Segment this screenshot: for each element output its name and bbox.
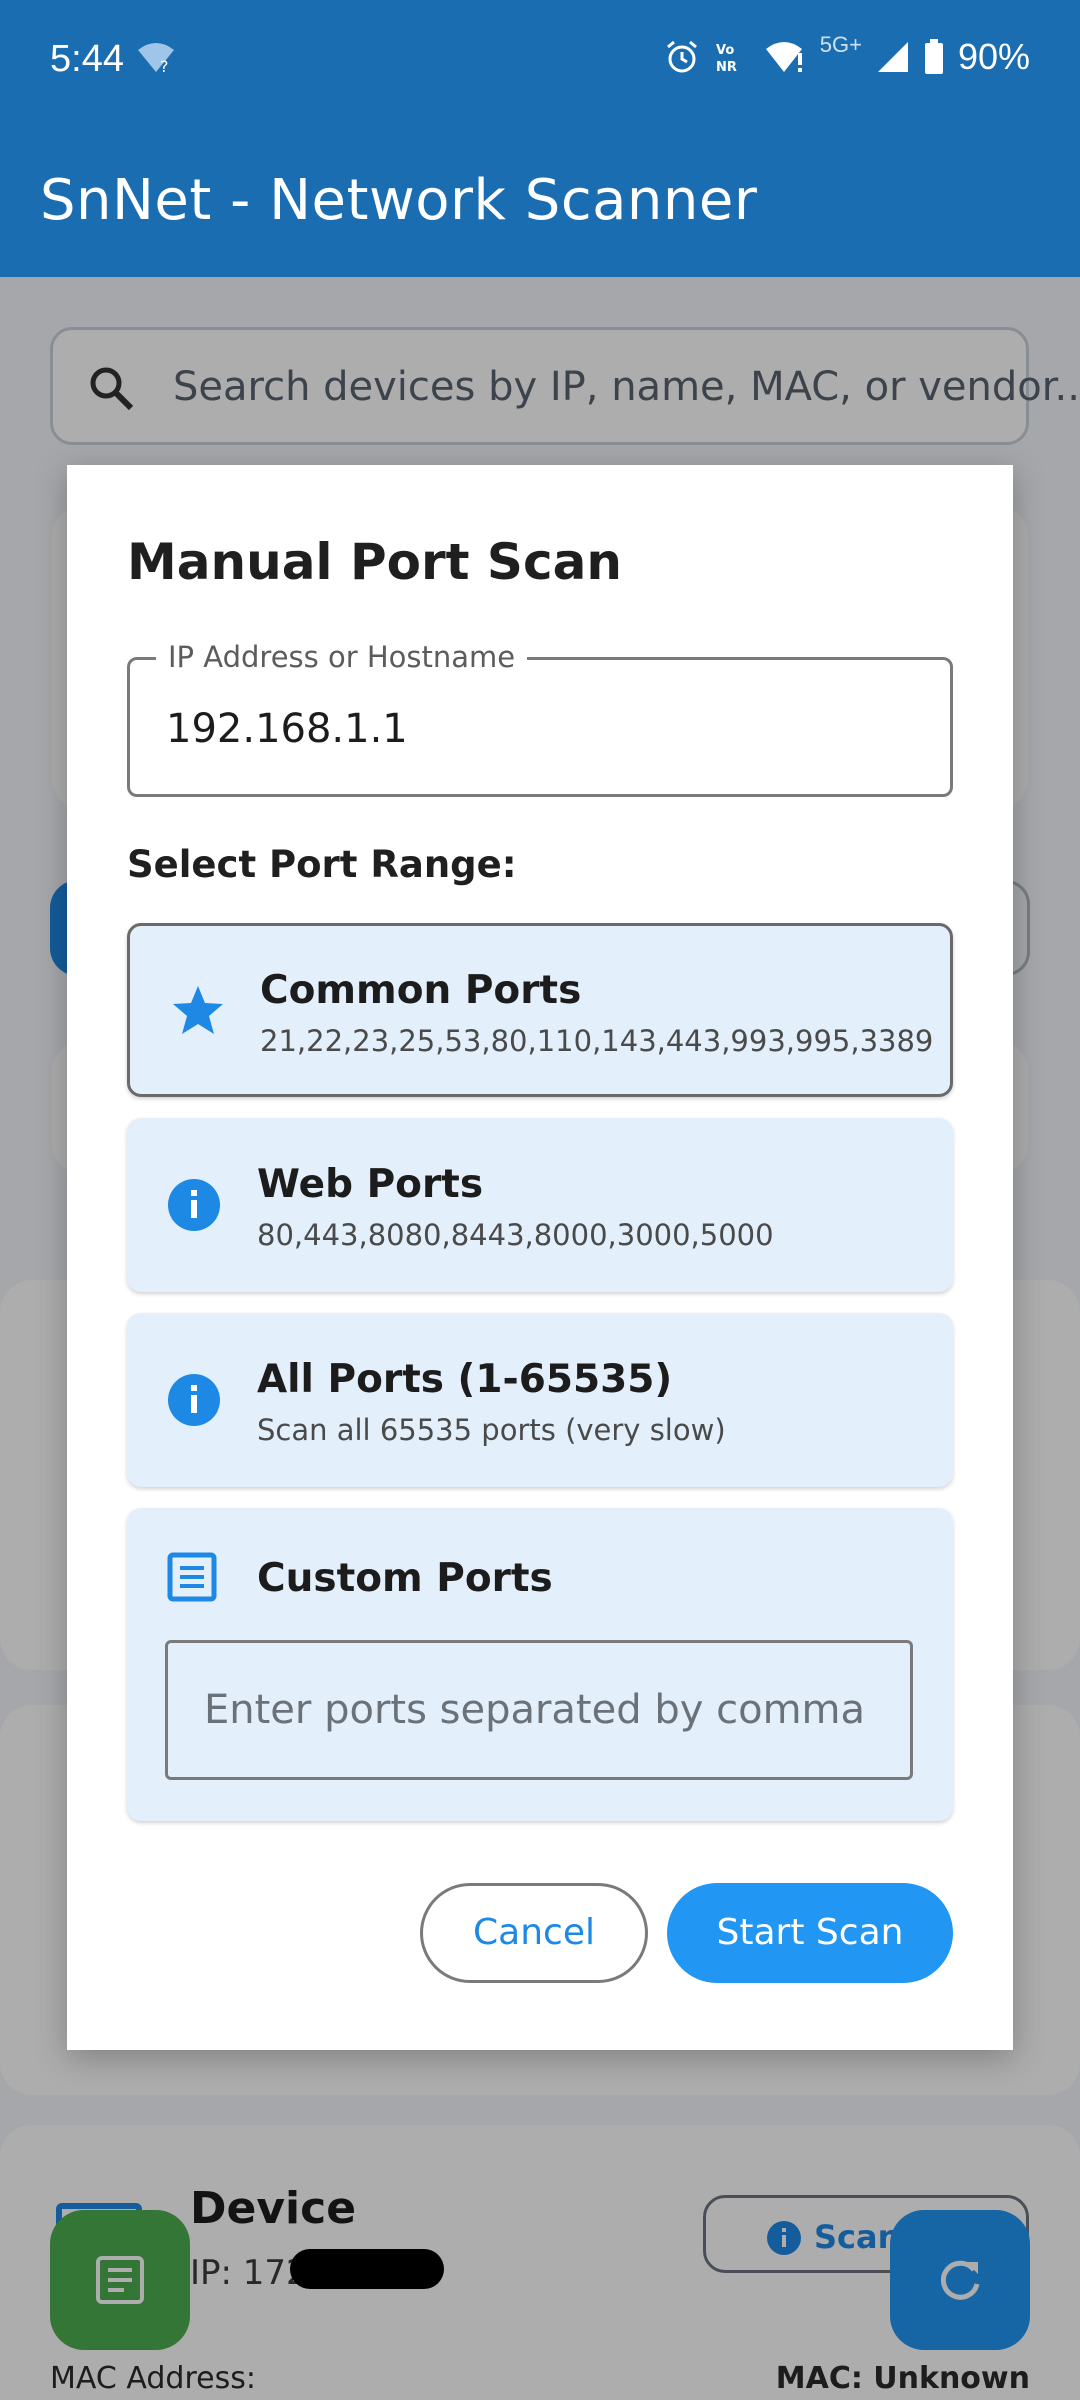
start-scan-button[interactable]: Start Scan <box>667 1883 953 1983</box>
start-scan-label: Start Scan <box>716 1912 904 1953</box>
option-title: Common Ports <box>260 968 582 1013</box>
dialog-title: Manual Port Scan <box>127 533 622 591</box>
svg-text:Vo: Vo <box>716 43 734 58</box>
app-bar: SnNet - Network Scanner <box>0 120 1080 277</box>
option-common-ports[interactable]: Common Ports 21,22,23,25,53,80,110,143,4… <box>127 923 953 1097</box>
star-icon <box>170 982 226 1043</box>
wifi-question-icon: ? <box>136 42 176 76</box>
option-subtitle: Scan all 65535 ports (very slow) <box>257 1413 726 1447</box>
ip-hostname-input[interactable] <box>166 706 926 752</box>
custom-ports-field[interactable] <box>165 1640 913 1780</box>
info-icon <box>167 1178 221 1237</box>
manual-port-scan-dialog: Manual Port Scan IP Address or Hostname … <box>67 465 1013 2050</box>
wifi-alert-icon <box>764 39 806 75</box>
option-title: All Ports (1-65535) <box>257 1357 673 1402</box>
app-title: SnNet - Network Scanner <box>40 168 758 233</box>
signal-icon <box>876 40 910 74</box>
custom-ports-input[interactable] <box>204 1687 884 1733</box>
list-icon <box>167 1552 217 1607</box>
vonr-icon: Vo NR <box>714 39 750 75</box>
status-time: 5:44 <box>50 38 124 80</box>
battery-level: 90% <box>957 36 1030 77</box>
option-subtitle: 21,22,23,25,53,80,110,143,443,993,995,33… <box>260 1024 934 1058</box>
alarm-icon <box>664 39 700 75</box>
info-icon <box>167 1373 221 1432</box>
status-bar: 5:44 ? Vo NR 5G+ 90% <box>0 0 1080 120</box>
ip-hostname-field[interactable]: IP Address or Hostname <box>127 640 953 797</box>
battery-icon <box>924 39 944 75</box>
cancel-button[interactable]: Cancel <box>420 1883 648 1983</box>
ip-field-label: IP Address or Hostname <box>156 640 528 674</box>
option-web-ports[interactable]: Web Ports 80,443,8080,8443,8000,3000,500… <box>127 1118 953 1292</box>
svg-text:NR: NR <box>716 60 737 75</box>
network-type: 5G+ <box>819 32 862 57</box>
port-range-label: Select Port Range: <box>127 843 517 886</box>
option-title: Custom Ports <box>257 1556 553 1601</box>
option-all-ports[interactable]: All Ports (1-65535) Scan all 65535 ports… <box>127 1313 953 1487</box>
option-title: Web Ports <box>257 1162 484 1207</box>
svg-text:?: ? <box>160 57 169 74</box>
cancel-label: Cancel <box>473 1912 595 1953</box>
status-icons: Vo NR 5G+ 90% <box>664 32 1030 78</box>
option-custom-ports[interactable]: Custom Ports <box>127 1508 953 1821</box>
option-subtitle: 80,443,8080,8443,8000,3000,5000 <box>257 1218 774 1252</box>
